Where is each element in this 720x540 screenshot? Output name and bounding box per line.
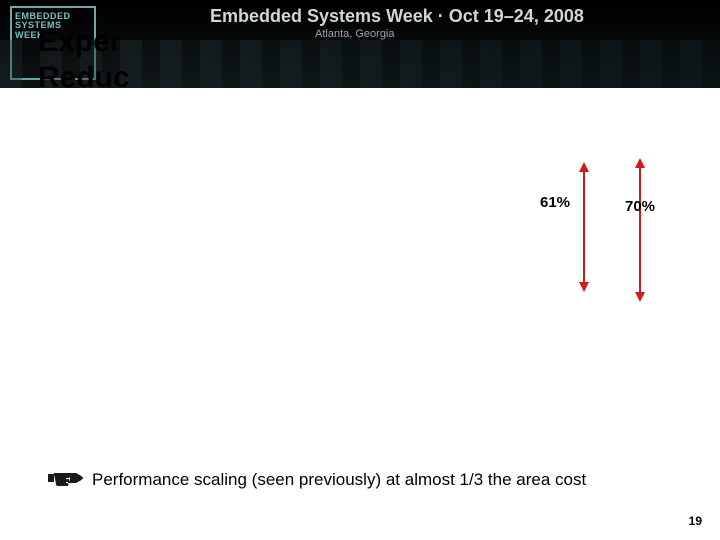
slide-title: Exper Reduc (38, 24, 130, 96)
arrow-down (579, 282, 589, 292)
banner-subtitle: Atlanta, Georgia (315, 28, 395, 40)
arrow-down (635, 292, 645, 302)
banner-title: Embedded Systems Week · Oct 19–24, 2008 (210, 6, 584, 27)
title-line-1: Exper (38, 24, 130, 60)
arrow-shaft (583, 170, 585, 284)
arrow-label-left: 61% (540, 194, 570, 211)
reduction-arrow-left: 61% (574, 162, 594, 292)
pointing-hand-icon (48, 468, 84, 488)
slide-caption: Performance scaling (seen previously) at… (92, 470, 586, 490)
reduction-arrow-right: 70% (630, 158, 650, 302)
slide: EMBEDDED SYSTEMS WEEK Embedded Systems W… (0, 0, 720, 540)
title-line-2: Reduc (38, 60, 130, 96)
arrow-shaft (639, 166, 641, 294)
arrow-label-right: 70% (625, 198, 655, 215)
page-number: 19 (689, 514, 702, 528)
